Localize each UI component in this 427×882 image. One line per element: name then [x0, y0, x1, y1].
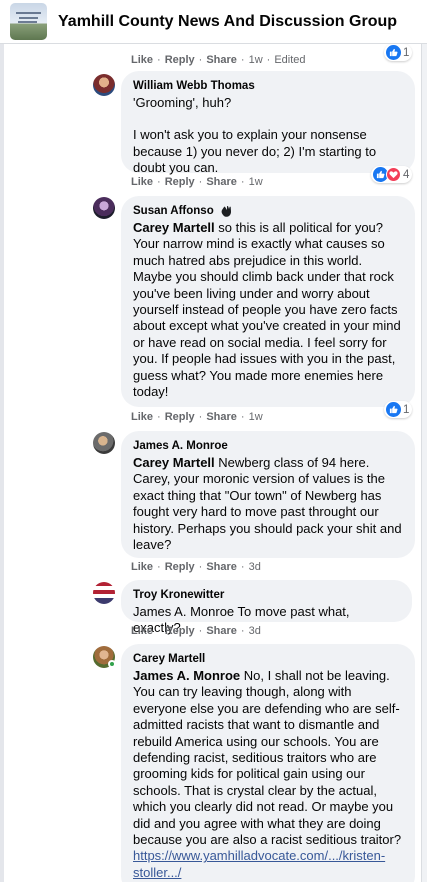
reply-button[interactable]: Reply: [165, 561, 195, 573]
reply-button[interactable]: Reply: [165, 176, 195, 188]
group-thumbnail[interactable]: [10, 3, 47, 40]
comment-actions: Like · Reply · Share · 1w: [131, 176, 263, 188]
reaction-summary[interactable]: 4: [371, 166, 413, 183]
timestamp[interactable]: 1w: [249, 411, 263, 423]
reaction-summary[interactable]: 1: [384, 44, 413, 61]
edited-label: Edited: [274, 54, 306, 66]
comment-author-row: Susan Affonso: [133, 204, 403, 218]
comment-actions: Like · Reply · Share · 3d: [131, 625, 261, 637]
share-button[interactable]: Share: [206, 561, 237, 573]
comment-author[interactable]: Troy Kronewitter: [133, 588, 400, 602]
comment-author[interactable]: Susan Affonso: [133, 204, 214, 218]
comment-author[interactable]: James A. Monroe: [133, 439, 403, 453]
avatar[interactable]: [93, 432, 115, 454]
avatar[interactable]: [93, 74, 115, 96]
timestamp[interactable]: 3d: [249, 561, 261, 573]
like-button[interactable]: Like: [131, 411, 153, 423]
comment-text: Carey Martell so this is all political f…: [133, 220, 403, 400]
like-button[interactable]: Like: [131, 176, 153, 188]
comment-text: Carey Martell Newberg class of 94 here. …: [133, 455, 403, 553]
mention-link[interactable]: Carey Martell: [133, 455, 215, 470]
share-button[interactable]: Share: [206, 176, 237, 188]
heart-icon: [386, 167, 401, 182]
comment-actions: Like · Reply · Share · 3d: [131, 561, 261, 573]
comment-bubble: Troy Kronewitter James A. Monroe To move…: [121, 580, 412, 635]
group-header: Yamhill County News And Discussion Group: [0, 0, 427, 44]
article-link[interactable]: https://www.yamhilladvocate.com/.../kris…: [133, 848, 385, 879]
comment-author[interactable]: William Webb Thomas: [133, 79, 403, 93]
avatar[interactable]: [93, 582, 115, 604]
comment-text: 'Grooming', huh? I won't ask you to expl…: [133, 95, 403, 177]
thumbs-up-icon: [386, 45, 401, 60]
comment-line: I won't ask you to explain your nonsense…: [133, 127, 377, 176]
reaction-count: 4: [403, 168, 410, 181]
comment-bubble: Carey Martell James A. Monroe No, I shal…: [121, 644, 415, 882]
timestamp[interactable]: 3d: [249, 625, 261, 637]
comment-bubble: James A. Monroe Carey Martell Newberg cl…: [121, 431, 415, 558]
scrollbar[interactable]: [421, 44, 427, 882]
share-button[interactable]: Share: [206, 54, 237, 66]
mention-link[interactable]: James A. Monroe: [133, 668, 240, 683]
thumbs-up-icon: [386, 402, 401, 417]
comment-text: James A. Monroe No, I shall not be leavi…: [133, 668, 403, 881]
comment-actions: Like · Reply · Share · 1w: [131, 411, 263, 423]
timestamp[interactable]: 1w: [249, 54, 263, 66]
timestamp[interactable]: 1w: [249, 176, 263, 188]
mention-link[interactable]: Carey Martell: [133, 220, 215, 235]
comment-bubble: Susan Affonso Carey Martell so this is a…: [121, 196, 415, 407]
reaction-count: 1: [403, 46, 410, 59]
comment-author[interactable]: Carey Martell: [133, 652, 403, 666]
like-button[interactable]: Like: [131, 625, 153, 637]
reaction-count: 1: [403, 403, 410, 416]
comment-body: so this is all political for you? Your n…: [133, 220, 401, 400]
comment-line: 'Grooming', huh?: [133, 95, 232, 110]
like-button[interactable]: Like: [131, 54, 153, 66]
reply-button[interactable]: Reply: [165, 625, 195, 637]
avatar[interactable]: [93, 197, 115, 219]
online-status-indicator: [108, 660, 116, 668]
waving-hand-icon: [220, 204, 234, 218]
reaction-summary[interactable]: 1: [384, 401, 413, 418]
comment-bubble: William Webb Thomas 'Grooming', huh? I w…: [121, 71, 415, 175]
like-button[interactable]: Like: [131, 561, 153, 573]
reply-button[interactable]: Reply: [165, 411, 195, 423]
comment-body: No, I shall not be leaving. You can try …: [133, 668, 402, 848]
reply-button[interactable]: Reply: [165, 54, 195, 66]
share-button[interactable]: Share: [206, 625, 237, 637]
comment-actions: Like · Reply · Share · 1w · Edited: [131, 54, 306, 66]
thread-rail: [0, 44, 4, 882]
group-title[interactable]: Yamhill County News And Discussion Group: [58, 13, 397, 31]
share-button[interactable]: Share: [206, 411, 237, 423]
